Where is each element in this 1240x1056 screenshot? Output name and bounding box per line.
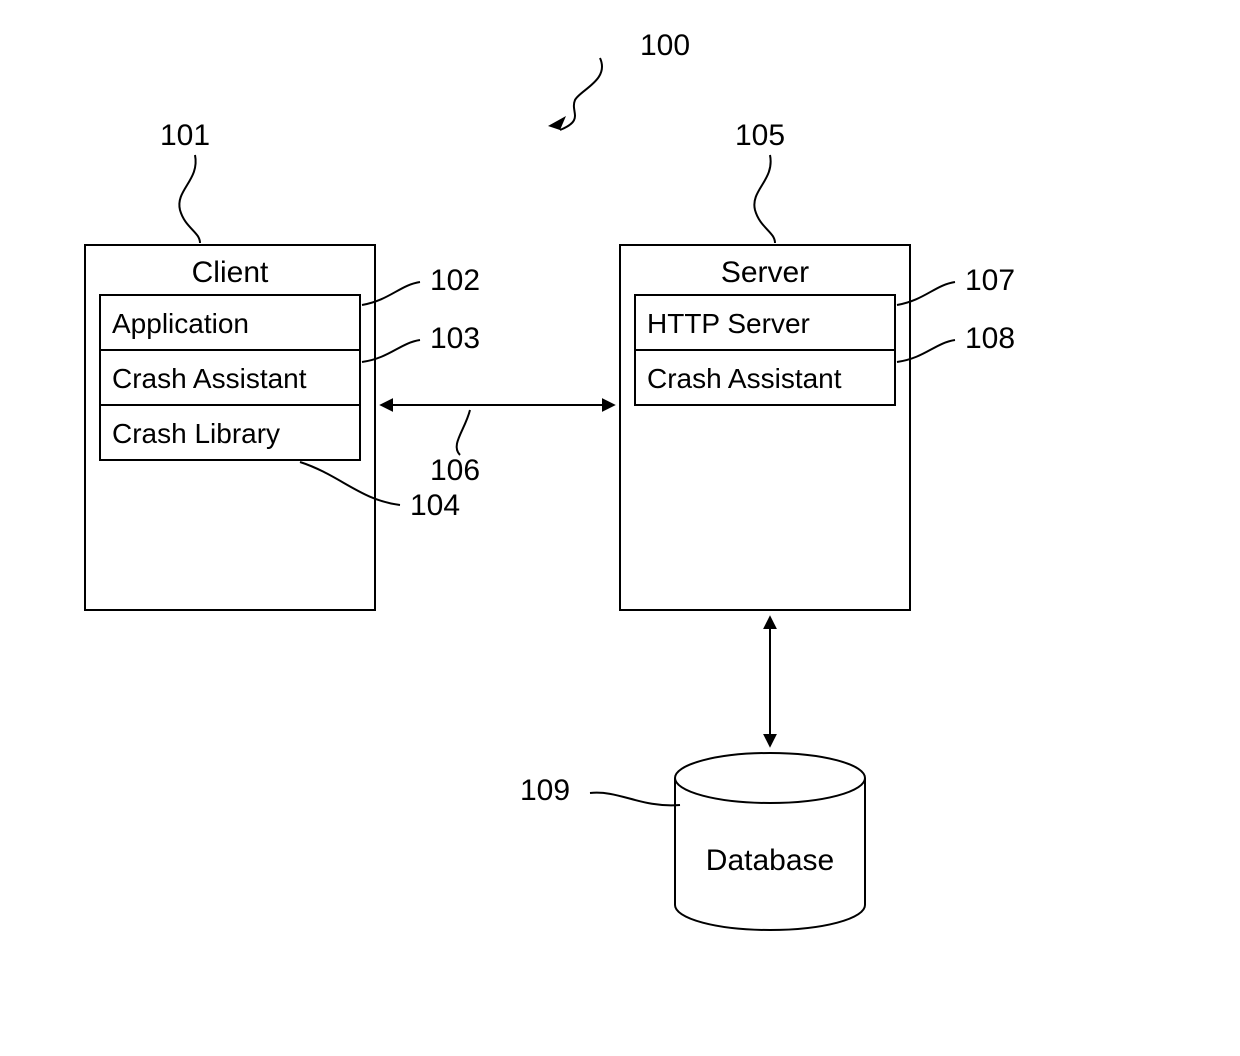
ref-107-label: 107 [965,264,1015,297]
ref-107: 107 [897,264,1015,305]
ref-103: 103 [362,322,480,362]
ref-103-label: 103 [430,322,480,355]
ref-108-label: 108 [965,322,1015,355]
ref-100-label: 100 [640,29,690,62]
http-server-label: HTTP Server [647,308,810,339]
ref-106: 106 [430,410,480,487]
ref-101-label: 101 [160,119,210,152]
ref-106-label: 106 [430,454,480,487]
ref-108: 108 [897,322,1015,362]
ref-102-label: 102 [430,264,480,297]
server-box [620,245,910,610]
ref-102: 102 [362,264,480,305]
crash-library-label: Crash Library [112,418,280,449]
ref-109-label: 109 [520,774,570,807]
ref-105: 105 [735,119,785,243]
ref-105-label: 105 [735,119,785,152]
crash-assistant-server-label: Crash Assistant [647,363,842,394]
database-label: Database [706,844,834,877]
server-title: Server [721,256,809,289]
application-label: Application [112,308,249,339]
ref-101: 101 [160,119,210,243]
ref-109: 109 [520,774,680,807]
ref-100: 100 [548,29,690,130]
system-diagram: Client Application Crash Assistant Crash… [0,0,1240,1056]
ref-104-label: 104 [410,489,460,522]
crash-assistant-client-label: Crash Assistant [112,363,307,394]
client-title: Client [192,256,269,289]
database: Database [675,753,865,930]
